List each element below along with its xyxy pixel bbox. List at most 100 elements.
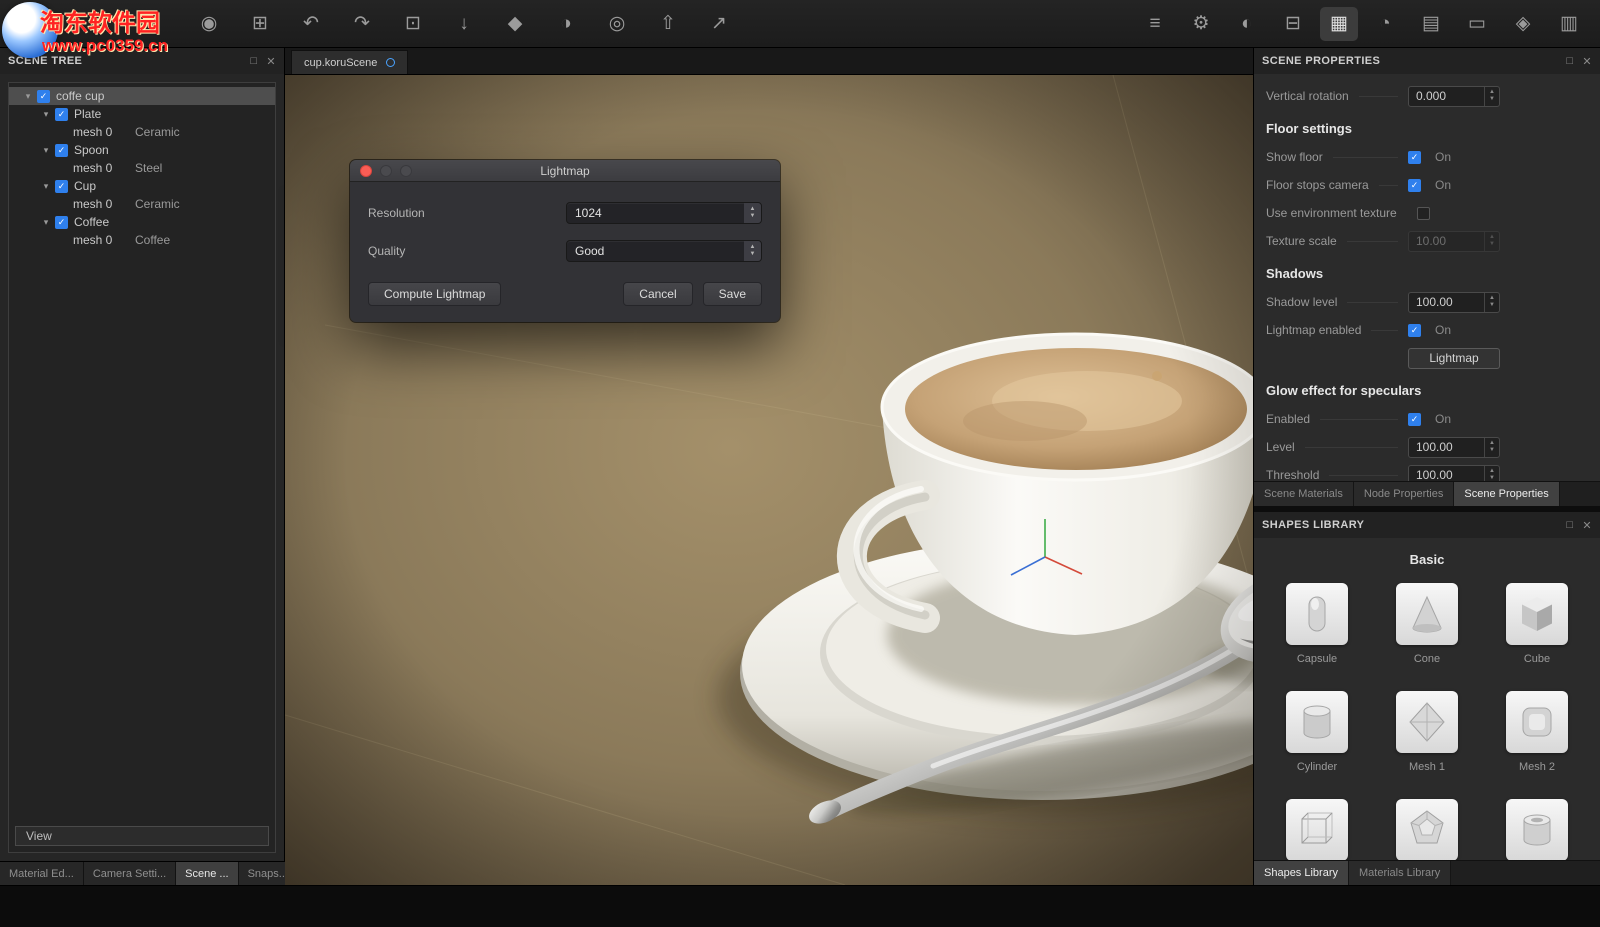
material-sphere-icon[interactable]: ◎: [598, 7, 636, 41]
expand-triangle-icon[interactable]: ▾: [23, 91, 33, 102]
stepper-arrows-icon[interactable]: ▲ ▼: [744, 203, 761, 223]
tree-row[interactable]: mesh 0Ceramic: [9, 123, 275, 141]
cube-shape-icon: [1506, 583, 1568, 645]
threshold-spinner[interactable]: 100.00▲▼: [1408, 465, 1500, 482]
quality-select[interactable]: Good ▲ ▼: [566, 240, 762, 262]
scene-tree-panel-icon[interactable]: ≡: [1136, 7, 1174, 41]
expand-triangle-icon[interactable]: ▾: [41, 181, 51, 192]
stepper-arrows-icon[interactable]: ▲▼: [1484, 293, 1499, 312]
shape-item-cube[interactable]: Cube: [1506, 583, 1568, 665]
detach-panel-icon[interactable]: □: [250, 55, 257, 67]
tab-scene-properties[interactable]: Scene Properties: [1454, 482, 1559, 506]
layout-panel-icon[interactable]: ▥: [1550, 7, 1588, 41]
comments-panel-icon[interactable]: ▭: [1458, 7, 1496, 41]
stepper-arrows-icon[interactable]: ▲▼: [1484, 232, 1499, 251]
property-row: Threshold100.00▲▼: [1254, 461, 1600, 481]
detach-panel-icon[interactable]: □: [1566, 519, 1573, 531]
camera-panel-icon[interactable]: ⊟: [1274, 7, 1312, 41]
stepper-arrows-icon[interactable]: ▲▼: [1484, 466, 1499, 482]
detach-panel-icon[interactable]: □: [1566, 55, 1573, 67]
lightmap-button[interactable]: Lightmap: [1408, 348, 1500, 369]
group-objects-icon[interactable]: ◆: [496, 7, 534, 41]
environment-panel-icon[interactable]: ◐: [1228, 7, 1266, 41]
cancel-button[interactable]: Cancel: [623, 282, 692, 306]
shape-item-mesh-1[interactable]: Mesh 1: [1396, 691, 1458, 773]
tree-row[interactable]: ▾✓coffe cup: [9, 87, 275, 105]
close-panel-icon[interactable]: ✕: [1582, 519, 1592, 532]
expand-triangle-icon[interactable]: ▾: [41, 217, 51, 228]
stepper-arrows-icon[interactable]: ▲▼: [1484, 87, 1499, 106]
materials-panel-icon[interactable]: ▤: [1412, 7, 1450, 41]
property-control: 100.00▲▼: [1408, 437, 1500, 458]
stepper-arrows-icon[interactable]: ▲ ▼: [744, 241, 761, 261]
tab-scene-materials[interactable]: Scene Materials: [1254, 482, 1354, 506]
enabled-checkbox[interactable]: ✓: [1408, 413, 1421, 426]
level-spinner[interactable]: 100.00▲▼: [1408, 437, 1500, 458]
video-camera-icon[interactable]: ◉: [190, 7, 228, 41]
undo-icon[interactable]: ↶: [292, 7, 330, 41]
expand-triangle-icon[interactable]: ▾: [41, 109, 51, 120]
select-tool-icon[interactable]: ⊡: [394, 7, 432, 41]
redo-icon[interactable]: ↷: [343, 7, 381, 41]
expand-triangle-icon[interactable]: ▾: [41, 145, 51, 156]
show-floor-checkbox[interactable]: ✓: [1408, 151, 1421, 164]
add-view-icon[interactable]: ⊞: [241, 7, 279, 41]
save-button[interactable]: Save: [703, 282, 762, 306]
tab-camera-setti[interactable]: Camera Setti...: [84, 862, 176, 885]
view-button[interactable]: View: [15, 826, 269, 846]
tree-row[interactable]: ▾✓Plate: [9, 105, 275, 123]
tab-shapes-library[interactable]: Shapes Library: [1254, 861, 1349, 885]
shape-item-cylinder[interactable]: Cylinder: [1286, 691, 1348, 773]
shape-label: Capsule: [1297, 653, 1337, 665]
tree-row[interactable]: mesh 0Steel: [9, 159, 275, 177]
visibility-checkbox[interactable]: ✓: [37, 90, 50, 103]
property-label: Vertical rotation: [1266, 89, 1349, 103]
modified-indicator-icon[interactable]: [386, 58, 395, 67]
settings-panel-icon[interactable]: ⚙: [1182, 7, 1220, 41]
statistics-panel-icon[interactable]: ◔: [1366, 7, 1404, 41]
tree-row[interactable]: ▾✓Cup: [9, 177, 275, 195]
shape-item-mesh-2[interactable]: Mesh 2: [1506, 691, 1568, 773]
shape-label: Cylinder: [1297, 761, 1337, 773]
visibility-checkbox[interactable]: ✓: [55, 144, 68, 157]
tree-node-label: mesh 0: [73, 125, 112, 139]
lightmap-enabled-checkbox[interactable]: ✓: [1408, 324, 1421, 337]
dialog-titlebar[interactable]: Lightmap: [350, 160, 780, 182]
import-model-icon[interactable]: ↓: [445, 7, 483, 41]
tab-material-ed[interactable]: Material Ed...: [0, 862, 84, 885]
close-window-icon[interactable]: [360, 165, 372, 177]
tab-materials-library[interactable]: Materials Library: [1349, 861, 1451, 885]
mesh3-shape-icon: [1286, 799, 1348, 861]
shape-item-capsule[interactable]: Capsule: [1286, 583, 1348, 665]
compute-lightmap-button[interactable]: Compute Lightmap: [368, 282, 501, 306]
scene-tab[interactable]: cup.koruScene: [291, 50, 408, 74]
shape-item-cone[interactable]: Cone: [1396, 583, 1458, 665]
visibility-checkbox[interactable]: ✓: [55, 108, 68, 121]
shapes-library-panel-icon[interactable]: ▦: [1320, 7, 1358, 41]
stepper-arrows-icon[interactable]: ▲▼: [1484, 438, 1499, 457]
shadow-level-spinner[interactable]: 100.00▲▼: [1408, 292, 1500, 313]
tree-row[interactable]: mesh 0Coffee: [9, 231, 275, 249]
tree-row[interactable]: ▾✓Coffee: [9, 213, 275, 231]
tab-node-properties[interactable]: Node Properties: [1354, 482, 1455, 506]
texture-scale-spinner[interactable]: 10.00▲▼: [1408, 231, 1500, 252]
close-panel-icon[interactable]: ✕: [266, 55, 276, 68]
quality-label: Quality: [368, 244, 566, 258]
tab-scene[interactable]: Scene ...: [176, 862, 238, 885]
environment-icon[interactable]: ◑: [547, 7, 585, 41]
publish-icon[interactable]: ⇧: [649, 7, 687, 41]
visibility-checkbox[interactable]: ✓: [55, 216, 68, 229]
spinner-value: 100.00: [1409, 468, 1484, 481]
visibility-checkbox[interactable]: ✓: [55, 180, 68, 193]
tabbar-filler: [1451, 861, 1600, 885]
floor-stops-camera-checkbox[interactable]: ✓: [1408, 179, 1421, 192]
tree-row[interactable]: ▾✓Spoon: [9, 141, 275, 159]
use-environment-texture-checkbox[interactable]: [1417, 207, 1430, 220]
model-panel-icon[interactable]: ◈: [1504, 7, 1542, 41]
export-icon[interactable]: ↗: [700, 7, 738, 41]
up-arrow-icon: ▲: [1489, 468, 1495, 475]
vertical-rotation-spinner[interactable]: 0.000▲▼: [1408, 86, 1500, 107]
close-panel-icon[interactable]: ✕: [1582, 55, 1592, 68]
tree-row[interactable]: mesh 0Ceramic: [9, 195, 275, 213]
resolution-select[interactable]: 1024 ▲ ▼: [566, 202, 762, 224]
